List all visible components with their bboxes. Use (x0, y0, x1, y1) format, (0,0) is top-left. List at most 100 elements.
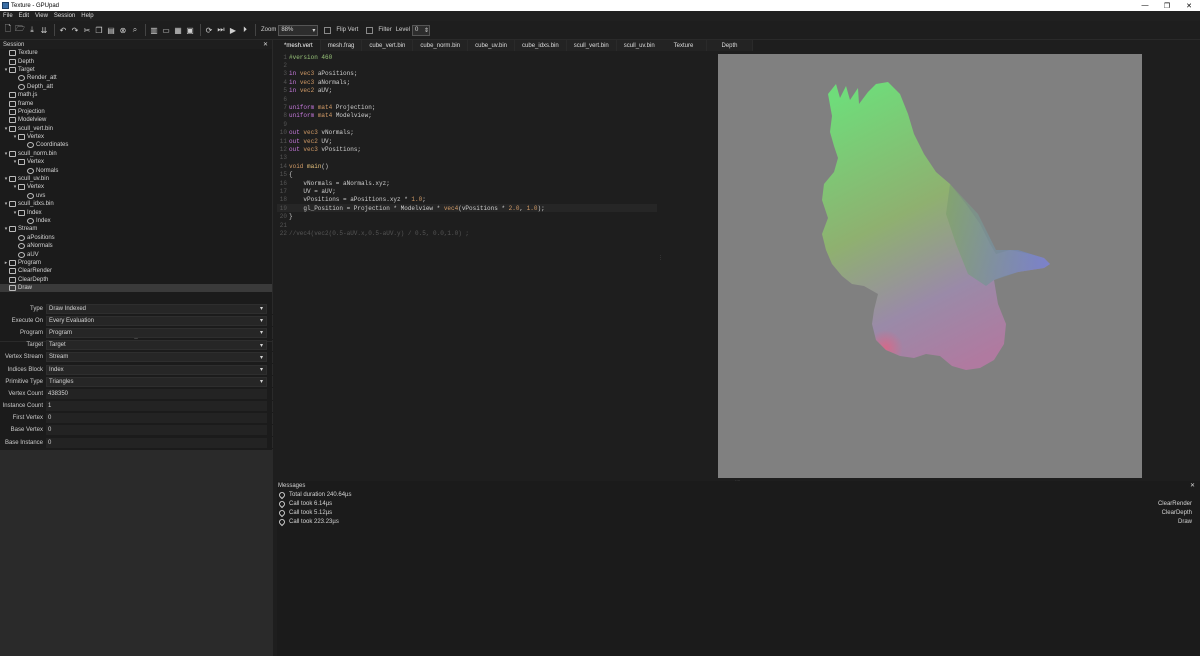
undo-icon[interactable]: ↶ (58, 25, 68, 35)
tree-item[interactable]: Index (0, 217, 272, 225)
property-select[interactable]: Index ▾ (46, 364, 267, 375)
tree-item[interactable]: uvs (0, 192, 272, 200)
tree-item[interactable]: Depth (0, 57, 272, 65)
minimize-button[interactable]: — (1134, 2, 1156, 10)
tree-item[interactable]: Projection (0, 108, 272, 116)
property-field[interactable]: 0 (46, 437, 267, 448)
preview-tab[interactable]: Depth (707, 40, 753, 51)
save-all-icon[interactable]: ⇊ (39, 25, 49, 35)
menu-session[interactable]: Session (54, 13, 75, 19)
vertical-splitter-handle[interactable]: ⋮ (658, 255, 663, 263)
session-title: Session (3, 41, 25, 48)
property-field[interactable]: 1 (46, 401, 267, 412)
tree-item[interactable]: ▾ scull_idxs.bin (0, 200, 272, 208)
maximize-button[interactable]: ❐ (1156, 2, 1178, 10)
tree-item[interactable]: Coordinates (0, 141, 272, 149)
find-icon[interactable]: ⌕ (130, 25, 140, 35)
tree-item[interactable]: math.js (0, 91, 272, 99)
tree-item[interactable]: Modelview (0, 116, 272, 124)
line-number: 2 (283, 62, 287, 70)
preview-tab[interactable]: Texture (661, 40, 707, 51)
tree-item[interactable]: frame (0, 99, 272, 107)
zoom-select[interactable]: 88% ▾ (278, 24, 319, 36)
tree-item[interactable]: ClearDepth (0, 276, 272, 284)
menu-view[interactable]: View (35, 13, 48, 19)
property-select[interactable]: Triangles ▾ (46, 376, 267, 387)
filter-checkbox[interactable] (366, 26, 374, 34)
editor-tab[interactable]: cube_vert.bin (362, 40, 414, 51)
tree-item[interactable]: aUV (0, 250, 272, 258)
tree-item[interactable]: Normals (0, 166, 272, 174)
message-row[interactable]: Call took 223.23µs Draw (277, 517, 1200, 526)
reload-icon[interactable]: ⟳ (204, 25, 214, 35)
editor-tabs: *mesh.vert mesh.frag cube_vert.bin cube_nor… (277, 40, 663, 51)
folder-icon[interactable]: ▭ (161, 25, 171, 35)
menu-help[interactable]: Help (81, 13, 93, 19)
editor-tab[interactable]: scull_uv.bin (616, 40, 663, 51)
property-select[interactable]: Program ▾ (46, 327, 267, 338)
editor-tab[interactable]: *mesh.vert (277, 40, 321, 51)
property-select[interactable]: Stream ▾ (46, 352, 267, 363)
tree-item[interactable]: ▾ scull_uv.bin (0, 175, 272, 183)
redo-icon[interactable]: ↷ (70, 25, 80, 35)
open-file-icon[interactable]: 🗁 (15, 24, 25, 35)
tree-item[interactable]: ▾ scull_norm.bin (0, 150, 272, 158)
editor-tab[interactable]: cube_norm.bin (413, 40, 469, 51)
binary-icon[interactable]: ▦ (173, 25, 183, 35)
save-icon[interactable]: ⤓ (27, 25, 37, 35)
tree-item[interactable]: ▸ Program (0, 259, 272, 267)
attribute-icon (18, 234, 25, 241)
tree-item[interactable]: ▾ Vertex (0, 158, 272, 166)
property-field[interactable]: 438350 (46, 388, 267, 399)
image-icon[interactable]: ▣ (185, 25, 195, 35)
message-row[interactable]: Call took 6.14µs ClearRender (277, 499, 1200, 508)
preview-panel: Texture Depth (661, 40, 1200, 478)
play-icon[interactable]: ▶ (228, 25, 238, 35)
editor-tab[interactable]: cube_idxs.bin (515, 40, 567, 51)
script-icon (9, 92, 16, 99)
code-editor[interactable]: 1 #version 460 2 3 in vec3 aPositions; 4 in ve… (277, 51, 657, 238)
property-field[interactable]: 0 (46, 413, 267, 424)
close-window-button[interactable]: ✕ (1178, 2, 1200, 10)
property-select[interactable]: Every Evaluation ▾ (46, 315, 267, 326)
level-spinbox[interactable]: 0 ⇕ (412, 24, 431, 36)
tree-item[interactable]: ClearRender (0, 267, 272, 275)
code-line: 6 (277, 95, 657, 103)
tree-item[interactable]: ▾ Vertex (0, 133, 272, 141)
tree-item[interactable]: ▾ Target (0, 66, 272, 74)
tree-item[interactable]: ▾ Index (0, 208, 272, 216)
editor-tab[interactable]: mesh.frag (320, 40, 363, 51)
menu-file[interactable]: File (3, 13, 13, 19)
property-select[interactable]: Draw Indexed ▾ (46, 303, 267, 314)
code-token: ; (422, 196, 426, 204)
message-row[interactable]: Total duration 240.64µs (277, 490, 1200, 499)
menu-edit[interactable]: Edit (19, 13, 29, 19)
new-file-icon[interactable]: 🗋 (3, 24, 13, 35)
tree-item[interactable]: Draw (0, 283, 272, 293)
tree-item[interactable]: ▾ Vertex (0, 183, 272, 191)
cut-icon[interactable]: ✂ (82, 25, 92, 35)
tree-item[interactable]: aNormals (0, 242, 272, 250)
tree-item[interactable]: Render_att (0, 74, 272, 82)
copy-icon[interactable]: ❐ (94, 25, 104, 35)
tree-item[interactable]: Depth_att (0, 83, 272, 91)
message-row[interactable]: Call took 5.12µs ClearDepth (277, 508, 1200, 517)
flip-vert-checkbox[interactable] (324, 26, 332, 34)
close-icon[interactable]: ✕ (263, 41, 268, 48)
paste-icon[interactable]: ▤ (106, 25, 116, 35)
editor-tab[interactable]: scull_vert.bin (566, 40, 617, 51)
property-select[interactable]: Target ▾ (46, 340, 267, 351)
tree-item[interactable]: Texture (0, 49, 272, 57)
tree-item[interactable]: ▾ scull_vert.bin (0, 125, 272, 133)
tree-item[interactable]: ▾ Stream (0, 225, 272, 233)
editor-tab[interactable]: cube_uv.bin (468, 40, 516, 51)
tree-item[interactable]: aPositions (0, 234, 272, 242)
close-icon[interactable]: ✕ (1190, 482, 1195, 489)
delete-icon[interactable]: ⊗ (118, 25, 128, 35)
step-icon[interactable]: ⏭ (216, 25, 226, 35)
line-number: 9 (283, 120, 287, 128)
evaluate-icon[interactable]: ⏵ (240, 25, 250, 35)
texture-canvas[interactable] (718, 54, 1142, 478)
property-field[interactable]: 0 (46, 425, 267, 436)
source-icon[interactable]: ▥ (149, 25, 159, 35)
